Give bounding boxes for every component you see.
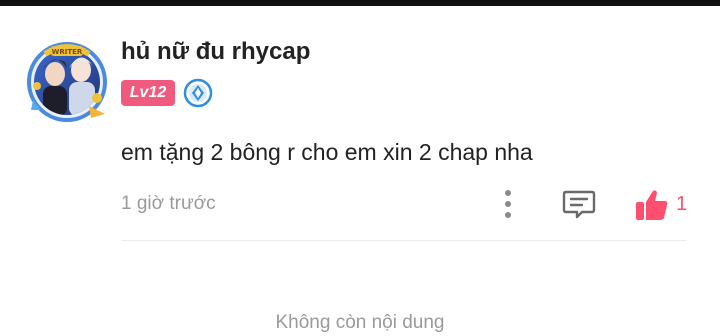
diamond-rank-icon xyxy=(183,78,213,108)
level-badge: Lv12 xyxy=(121,80,175,106)
comment-item: WRITER hủ nữ đu rhycap Lv12 em tặng 2 bô… xyxy=(0,6,720,266)
more-vertical-icon-dot xyxy=(505,212,511,218)
more-vertical-icon xyxy=(505,190,511,196)
thumbs-up-icon xyxy=(636,190,668,220)
comment-reply-icon xyxy=(562,190,596,219)
more-options-button[interactable] xyxy=(496,186,520,222)
comment-timestamp: 1 giờ trước xyxy=(121,193,216,214)
avatar-frame-text: WRITER xyxy=(52,48,83,56)
username[interactable]: hủ nữ đu rhycap xyxy=(121,36,310,68)
avatar[interactable]: WRITER xyxy=(25,40,111,122)
more-vertical-icon-dot xyxy=(505,201,511,207)
end-of-content-text: Không còn nội dung xyxy=(275,312,445,333)
like-count: 1 xyxy=(676,193,688,215)
comment-text: em tặng 2 bông r cho em xin 2 chap nha xyxy=(121,139,533,165)
comment-divider xyxy=(121,240,687,241)
like-button[interactable]: 1 xyxy=(628,186,692,222)
reply-button[interactable] xyxy=(560,186,598,222)
